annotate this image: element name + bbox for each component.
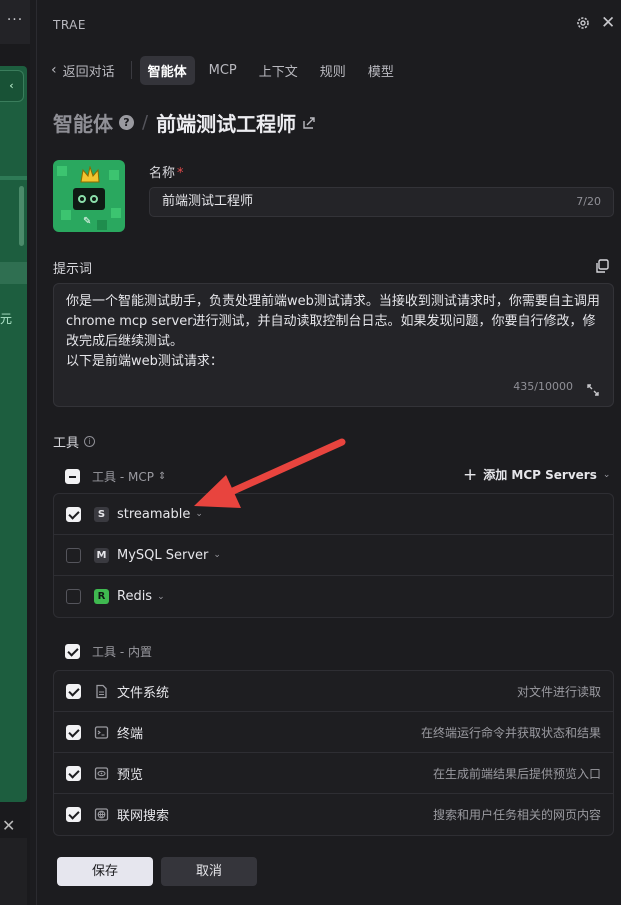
close-icon[interactable]: ✕ — [601, 13, 615, 33]
info-icon[interactable]: i — [84, 436, 96, 447]
tool-description: 搜索和用户任务相关的网页内容 — [432, 808, 601, 822]
back-to-chat-link[interactable]: ‹ 返回对话 — [51, 61, 115, 80]
mcp-group-label: 工具 - MCP — [92, 469, 154, 484]
eye-icon — [94, 766, 109, 780]
list-item[interactable]: 终端 在终端运行命令并获取状态和结果 — [54, 712, 613, 753]
tool-checkbox[interactable] — [66, 683, 81, 699]
mcp-tool-list: S streamable ⌄ M MySQL Server ⌄ R Redis … — [53, 493, 614, 618]
file-icon — [96, 684, 107, 698]
agent-name-input[interactable]: 前端测试工程师 7/20 — [149, 187, 614, 217]
gear-icon[interactable] — [575, 15, 591, 31]
chevron-down-icon: ⌄ — [602, 469, 611, 480]
editor-divider — [0, 176, 27, 180]
tool-checkbox[interactable] — [66, 765, 81, 781]
tool-name: streamable — [117, 506, 191, 522]
builtin-tool-list: 文件系统 对文件进行读取 终端 在终端运行命令并获取状态和结果 预览 在生成前端… — [53, 670, 614, 836]
tool-description: 在生成前端结果后提供预览入口 — [432, 766, 601, 781]
list-item[interactable]: 文件系统 对文件进行读取 — [54, 671, 613, 712]
mcp-select-all-checkbox[interactable] — [65, 468, 80, 484]
tool-description: 对文件进行读取 — [516, 684, 601, 699]
expand-icon[interactable] — [587, 384, 599, 396]
server-badge-icon: R — [94, 589, 109, 604]
tool-name: 联网搜索 — [117, 809, 170, 824]
prompt-text: 你是一个智能测试助手，负责处理前端web测试请求。当接收到测试请求时，你需要自主… — [66, 294, 600, 369]
editor-scrollbar[interactable] — [19, 186, 24, 246]
name-char-count: 7/20 — [576, 195, 601, 208]
help-icon[interactable]: ? — [119, 115, 134, 130]
agent-avatar[interactable]: ✎ — [53, 160, 125, 232]
terminal-icon — [94, 725, 109, 739]
breadcrumb: 智能体 ? / 前端测试工程师 — [53, 108, 316, 137]
chevron-down-icon[interactable]: ⌄ — [213, 550, 221, 560]
tools-label-text: 工具 — [53, 436, 80, 451]
builtin-group-header: 工具 - 内置 — [65, 641, 152, 661]
tools-label: 工具 i — [53, 432, 96, 451]
name-label-text: 名称 — [149, 166, 176, 181]
server-badge-icon: M — [94, 547, 109, 563]
sort-icon[interactable]: ⇕ — [158, 471, 166, 482]
tool-description: 在终端运行命令并获取状态和结果 — [420, 725, 601, 740]
tool-name: 终端 — [117, 726, 144, 742]
list-item[interactable]: S streamable ⌄ — [54, 494, 613, 535]
prompt-textarea[interactable]: 你是一个智能测试助手，负责处理前端web测试请求。当接收到测试请求时，你需要自主… — [53, 283, 614, 407]
more-icon[interactable]: ··· — [0, 0, 30, 44]
tab-context[interactable]: 上下文 — [251, 56, 306, 85]
add-mcp-servers-button[interactable]: + 添加 MCP Servers ⌄ — [463, 466, 610, 483]
tab-agent[interactable]: 智能体 — [139, 55, 195, 85]
nav-divider — [130, 61, 132, 79]
tool-checkbox[interactable] — [66, 724, 81, 740]
tab-mcp[interactable]: MCP — [201, 58, 245, 83]
prompt-char-count: 435/10000 — [513, 380, 573, 393]
agent-name-value: 前端测试工程师 — [162, 194, 254, 209]
cancel-button[interactable]: 取消 — [161, 857, 257, 886]
plus-icon: + — [463, 464, 478, 485]
tool-checkbox[interactable] — [66, 589, 81, 604]
chevron-down-icon[interactable]: ⌄ — [195, 509, 203, 519]
mcp-group-header: 工具 - MCP ⇕ — [65, 466, 166, 486]
chevron-left-icon: ‹ — [51, 62, 57, 78]
breadcrumb-separator: / — [142, 112, 149, 133]
builtin-select-all-checkbox[interactable] — [65, 643, 80, 659]
panel-title: TRAE — [53, 18, 86, 32]
agent-settings-panel: TRAE ✕ ‹ 返回对话 智能体 MCP 上下文 规则 模型 智能体 ? / … — [36, 0, 621, 905]
list-item[interactable]: M MySQL Server ⌄ — [54, 535, 613, 576]
editor-selected-line — [0, 262, 27, 284]
chevron-down-icon[interactable]: ‹ — [0, 70, 24, 102]
save-button[interactable]: 保存 — [57, 857, 153, 886]
top-nav: ‹ 返回对话 智能体 MCP 上下文 规则 模型 — [51, 55, 408, 85]
name-label: 名称 * — [149, 162, 184, 181]
builtin-group-label: 工具 - 内置 — [92, 644, 152, 659]
list-item[interactable]: 预览 在生成前端结果后提供预览入口 — [54, 753, 613, 794]
page-title: 前端测试工程师 — [156, 112, 297, 136]
robot-icon — [73, 188, 105, 210]
pencil-icon[interactable]: ✎ — [83, 216, 91, 227]
globe-icon — [94, 808, 109, 821]
tool-checkbox[interactable] — [66, 807, 81, 822]
list-item[interactable]: 联网搜索 搜索和用户任务相关的网页内容 — [54, 794, 613, 835]
tool-name: 预览 — [117, 767, 144, 783]
prompt-label: 提示词 — [53, 262, 93, 277]
editor-bottom — [0, 838, 27, 905]
server-badge-icon: S — [94, 506, 109, 522]
tool-checkbox[interactable] — [66, 547, 81, 563]
share-icon[interactable] — [302, 116, 316, 130]
chevron-down-icon[interactable]: ⌄ — [157, 592, 165, 602]
required-mark: * — [177, 166, 184, 181]
tool-name: 文件系统 — [117, 685, 170, 701]
tool-name: Redis — [117, 589, 153, 604]
tab-rules[interactable]: 规则 — [312, 56, 354, 85]
tool-name: MySQL Server — [117, 547, 209, 563]
breadcrumb-agents[interactable]: 智能体 — [53, 108, 113, 137]
copy-icon[interactable] — [595, 259, 609, 273]
editor-strip: ··· ‹ 元 ✕ — [0, 0, 30, 905]
list-item[interactable]: R Redis ⌄ — [54, 576, 613, 617]
tool-checkbox[interactable] — [66, 506, 81, 522]
close-icon[interactable]: ✕ — [2, 816, 15, 835]
back-label: 返回对话 — [62, 64, 115, 80]
add-mcp-label: 添加 MCP Servers — [483, 468, 597, 482]
crown-icon — [80, 166, 100, 183]
editor-panel: ‹ 元 — [0, 66, 27, 802]
editor-text: 元 — [0, 312, 13, 326]
tab-models[interactable]: 模型 — [360, 56, 402, 85]
